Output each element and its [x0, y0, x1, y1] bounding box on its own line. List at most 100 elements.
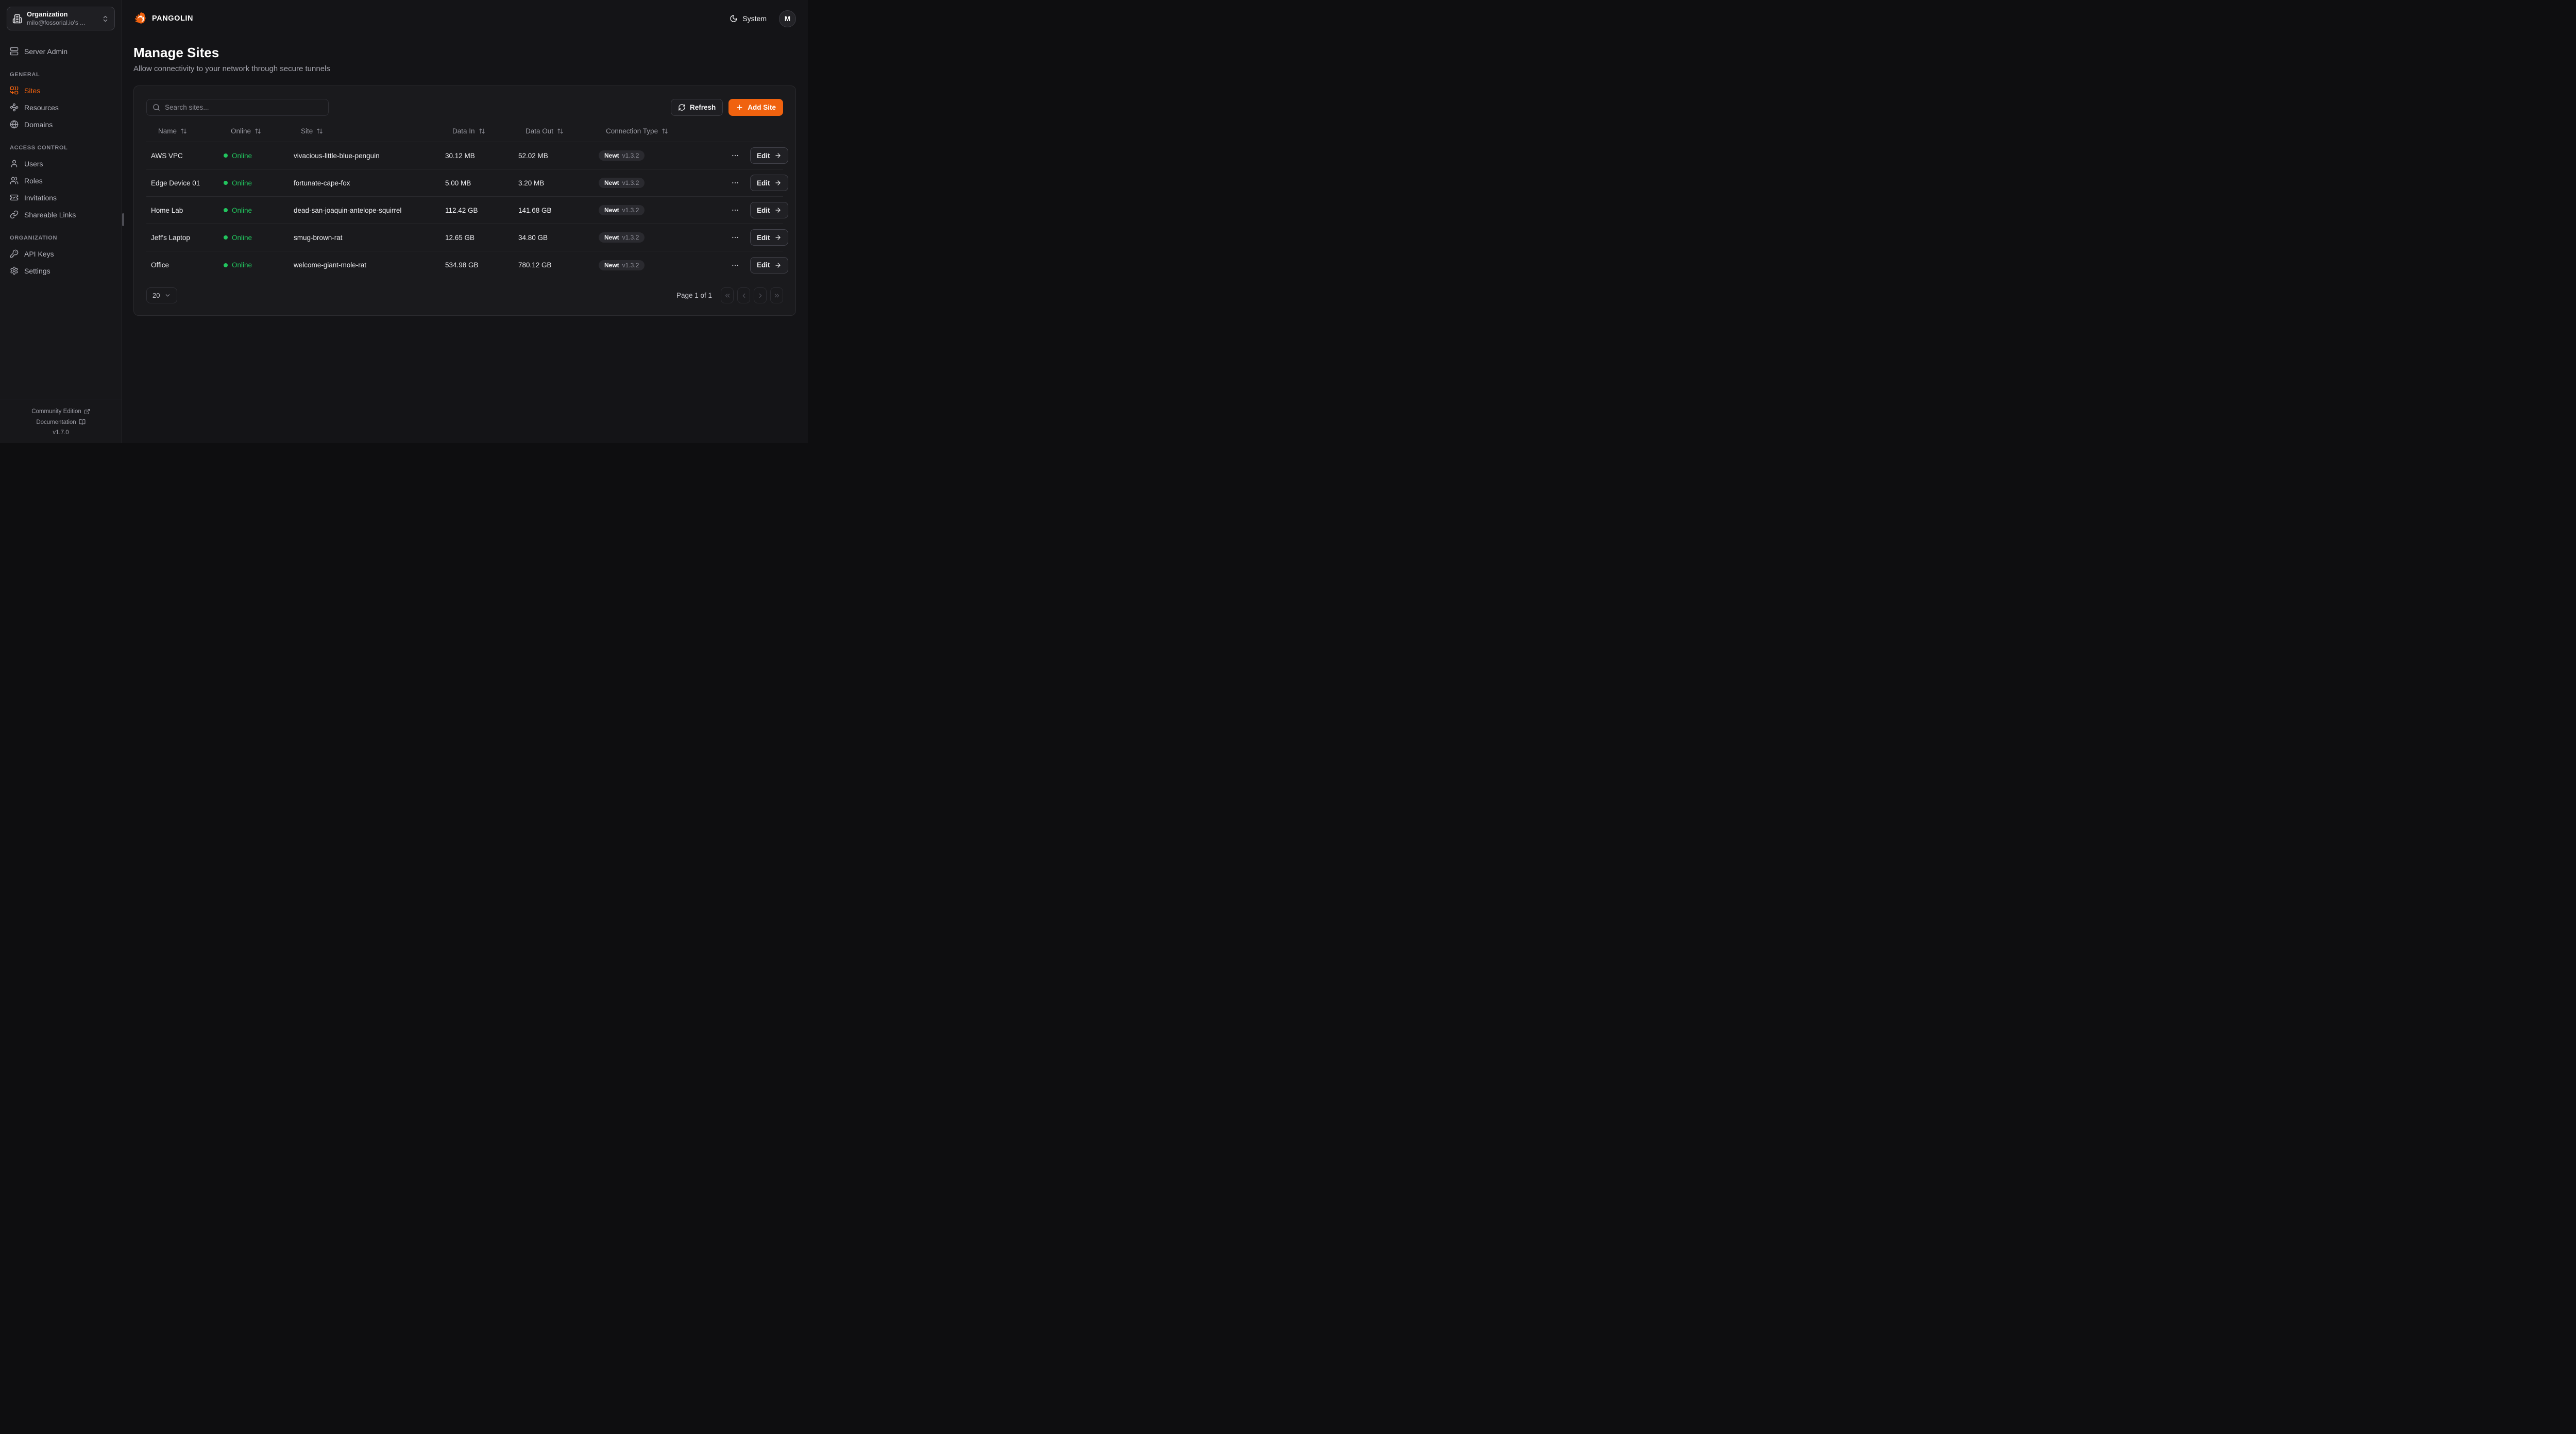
- gear-icon: [10, 266, 19, 275]
- arrow-right-icon: [774, 179, 782, 186]
- server-icon: [10, 47, 19, 56]
- chevrons-up-down-icon: [101, 15, 109, 23]
- column-sort-data-out[interactable]: Data Out: [514, 127, 594, 135]
- connection-type-version: v1.3.2: [622, 234, 639, 241]
- connection-type-version: v1.3.2: [622, 179, 639, 186]
- page-header: Manage Sites Allow connectivity to your …: [133, 45, 796, 73]
- refresh-button[interactable]: Refresh: [671, 99, 723, 116]
- app-window: Organization milo@fossorial.io's ... Ser…: [0, 0, 808, 443]
- site-name-cell: Jeff's Laptop: [146, 234, 219, 242]
- sidebar-item-resources[interactable]: Resources: [7, 99, 115, 116]
- edit-button-label: Edit: [757, 179, 770, 187]
- column-label: Data In: [452, 127, 475, 135]
- user-avatar[interactable]: M: [779, 10, 796, 27]
- sidebar-item-api-keys[interactable]: API Keys: [7, 245, 115, 262]
- column-label: Connection Type: [606, 127, 658, 135]
- data-in-cell: 5.00 MB: [440, 179, 514, 187]
- column-sort-name[interactable]: Name: [146, 127, 219, 135]
- column-sort-data-in[interactable]: Data In: [440, 127, 514, 135]
- chevrons-right-icon: [773, 292, 781, 299]
- search-icon: [152, 104, 160, 111]
- previous-page-button[interactable]: [737, 287, 750, 303]
- last-page-button[interactable]: [770, 287, 783, 303]
- arrow-right-icon: [774, 262, 782, 269]
- first-page-button[interactable]: [721, 287, 734, 303]
- link-icon: [10, 210, 19, 219]
- organization-label: Organization: [27, 10, 97, 19]
- theme-toggle[interactable]: System: [730, 14, 767, 23]
- column-label: Name: [158, 127, 177, 135]
- site-slug-cell: fortunate-cape-fox: [289, 179, 440, 187]
- ellipsis-icon: [731, 233, 739, 242]
- add-site-button[interactable]: Add Site: [728, 99, 783, 116]
- sort-icon: [316, 128, 323, 134]
- site-name-cell: Home Lab: [146, 207, 219, 214]
- connection-type-name: Newt: [604, 262, 619, 269]
- edit-button[interactable]: Edit: [750, 147, 788, 164]
- column-sort-online[interactable]: Online: [219, 127, 289, 135]
- sidebar-item-server-admin[interactable]: Server Admin: [7, 43, 115, 60]
- brand[interactable]: PANGOLIN: [133, 11, 193, 26]
- arrow-right-icon: [774, 152, 782, 159]
- documentation-label: Documentation: [36, 419, 76, 425]
- row-actions-menu-button[interactable]: [729, 259, 741, 271]
- organization-switcher[interactable]: Organization milo@fossorial.io's ...: [7, 7, 115, 30]
- page-title: Manage Sites: [133, 45, 796, 61]
- connection-type-cell: Newtv1.3.2: [594, 205, 724, 215]
- sidebar-footer: Community Edition Documentation v1.7.0: [0, 400, 122, 443]
- search-input[interactable]: [165, 104, 323, 111]
- sidebar-item-roles[interactable]: Roles: [7, 172, 115, 189]
- building-icon: [12, 14, 22, 24]
- row-actions-menu-button[interactable]: [729, 204, 741, 216]
- add-site-button-label: Add Site: [748, 104, 776, 111]
- site-online-cell: Online: [219, 152, 289, 160]
- row-actions-menu-button[interactable]: [729, 231, 741, 244]
- sidebar-item-settings[interactable]: Settings: [7, 262, 115, 279]
- refresh-icon: [678, 104, 686, 111]
- table-footer: 20 Page 1 of 1: [146, 287, 783, 303]
- connection-type-name: Newt: [604, 207, 619, 214]
- online-status-label: Online: [232, 152, 252, 160]
- sidebar-item-label: Users: [24, 160, 43, 168]
- row-actions-menu-button[interactable]: [729, 177, 741, 189]
- connection-type-version: v1.3.2: [622, 262, 639, 269]
- row-actions-menu-button[interactable]: [729, 149, 741, 162]
- site-slug-cell: dead-san-joaquin-antelope-squirrel: [289, 207, 440, 214]
- ellipsis-icon: [731, 206, 739, 214]
- site-slug-cell: welcome-giant-mole-rat: [289, 261, 440, 269]
- brand-name: PANGOLIN: [152, 14, 193, 23]
- table-header-row: Name Online Site Data In Data Out: [146, 120, 783, 142]
- chevron-left-icon: [740, 292, 748, 299]
- site-name-cell: Office: [146, 261, 219, 269]
- book-open-icon: [79, 419, 86, 425]
- sidebar-item-invitations[interactable]: Invitations: [7, 189, 115, 206]
- page-size-select[interactable]: 20: [146, 287, 177, 303]
- edit-button[interactable]: Edit: [750, 202, 788, 218]
- documentation-link[interactable]: Documentation: [0, 417, 122, 428]
- sidebar-item-shareable-links[interactable]: Shareable Links: [7, 206, 115, 223]
- edit-button[interactable]: Edit: [750, 229, 788, 246]
- online-status-label: Online: [232, 179, 252, 187]
- site-slug-cell: vivacious-little-blue-penguin: [289, 152, 440, 160]
- community-edition-link[interactable]: Community Edition: [0, 406, 122, 417]
- table-row: Jeff's LaptopOnlinesmug-brown-rat12.65 G…: [146, 224, 783, 251]
- table-row: OfficeOnlinewelcome-giant-mole-rat534.98…: [146, 251, 783, 279]
- connection-type-cell: Newtv1.3.2: [594, 150, 724, 161]
- sites-icon: [10, 86, 19, 95]
- table-toolbar: Refresh Add Site: [146, 99, 783, 116]
- sidebar-item-users[interactable]: Users: [7, 155, 115, 172]
- sidebar-item-label: Server Admin: [24, 47, 67, 56]
- user-icon: [10, 159, 19, 168]
- edit-button[interactable]: Edit: [750, 257, 788, 274]
- sidebar-item-label: Domains: [24, 121, 53, 129]
- sidebar-item-sites[interactable]: Sites: [7, 82, 115, 99]
- theme-toggle-label: System: [742, 14, 767, 23]
- sidebar-item-domains[interactable]: Domains: [7, 116, 115, 133]
- next-page-button[interactable]: [754, 287, 767, 303]
- column-sort-site[interactable]: Site: [289, 127, 440, 135]
- sidebar-resize-handle[interactable]: [122, 213, 124, 226]
- column-sort-connection-type[interactable]: Connection Type: [594, 127, 724, 135]
- data-in-cell: 12.65 GB: [440, 234, 514, 242]
- edit-button[interactable]: Edit: [750, 175, 788, 191]
- chevrons-left-icon: [724, 292, 731, 299]
